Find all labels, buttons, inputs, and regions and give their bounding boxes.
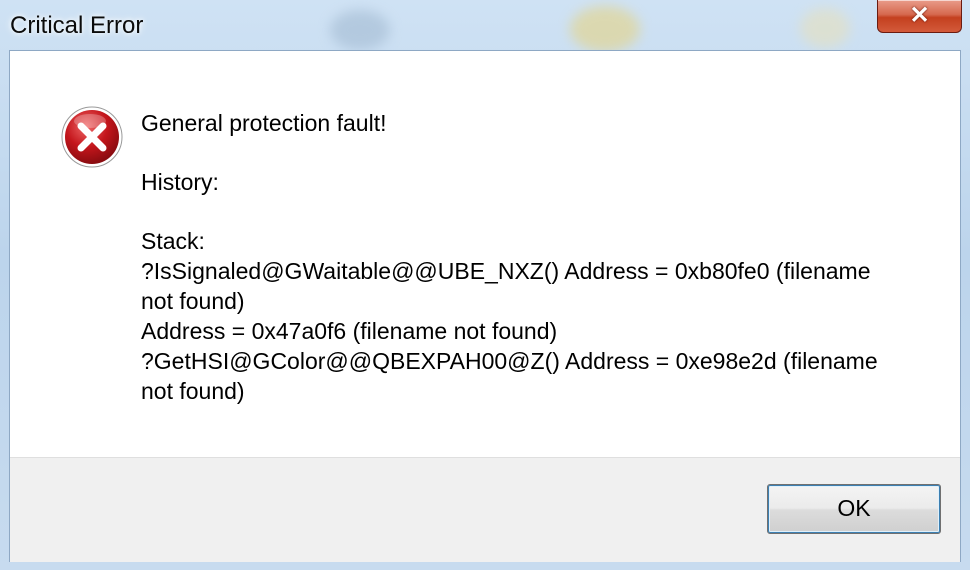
dialog-client-area: General protection fault! History: Stack… <box>9 50 961 562</box>
stack-line: not found) <box>141 288 245 314</box>
button-bar: OK <box>10 457 960 562</box>
stack-line: not found) <box>141 378 245 404</box>
error-icon <box>61 106 123 168</box>
stack-label: Stack: <box>141 228 205 254</box>
title-bar[interactable]: Critical Error ✕ <box>0 0 970 50</box>
error-heading: General protection fault! <box>141 110 387 136</box>
history-label: History: <box>141 169 219 195</box>
error-message: General protection fault! History: Stack… <box>141 108 931 406</box>
stack-line: ?IsSignaled@GWaitable@@UBE_NXZ() Address… <box>141 258 871 284</box>
stack-line: ?GetHSI@GColor@@QBEXPAH00@Z() Address = … <box>141 348 878 374</box>
close-button[interactable]: ✕ <box>877 0 962 33</box>
stack-line: Address = 0x47a0f6 (filename not found) <box>141 318 558 344</box>
window-title: Critical Error <box>10 12 144 39</box>
close-icon: ✕ <box>909 2 930 29</box>
ok-button[interactable]: OK <box>767 484 941 534</box>
